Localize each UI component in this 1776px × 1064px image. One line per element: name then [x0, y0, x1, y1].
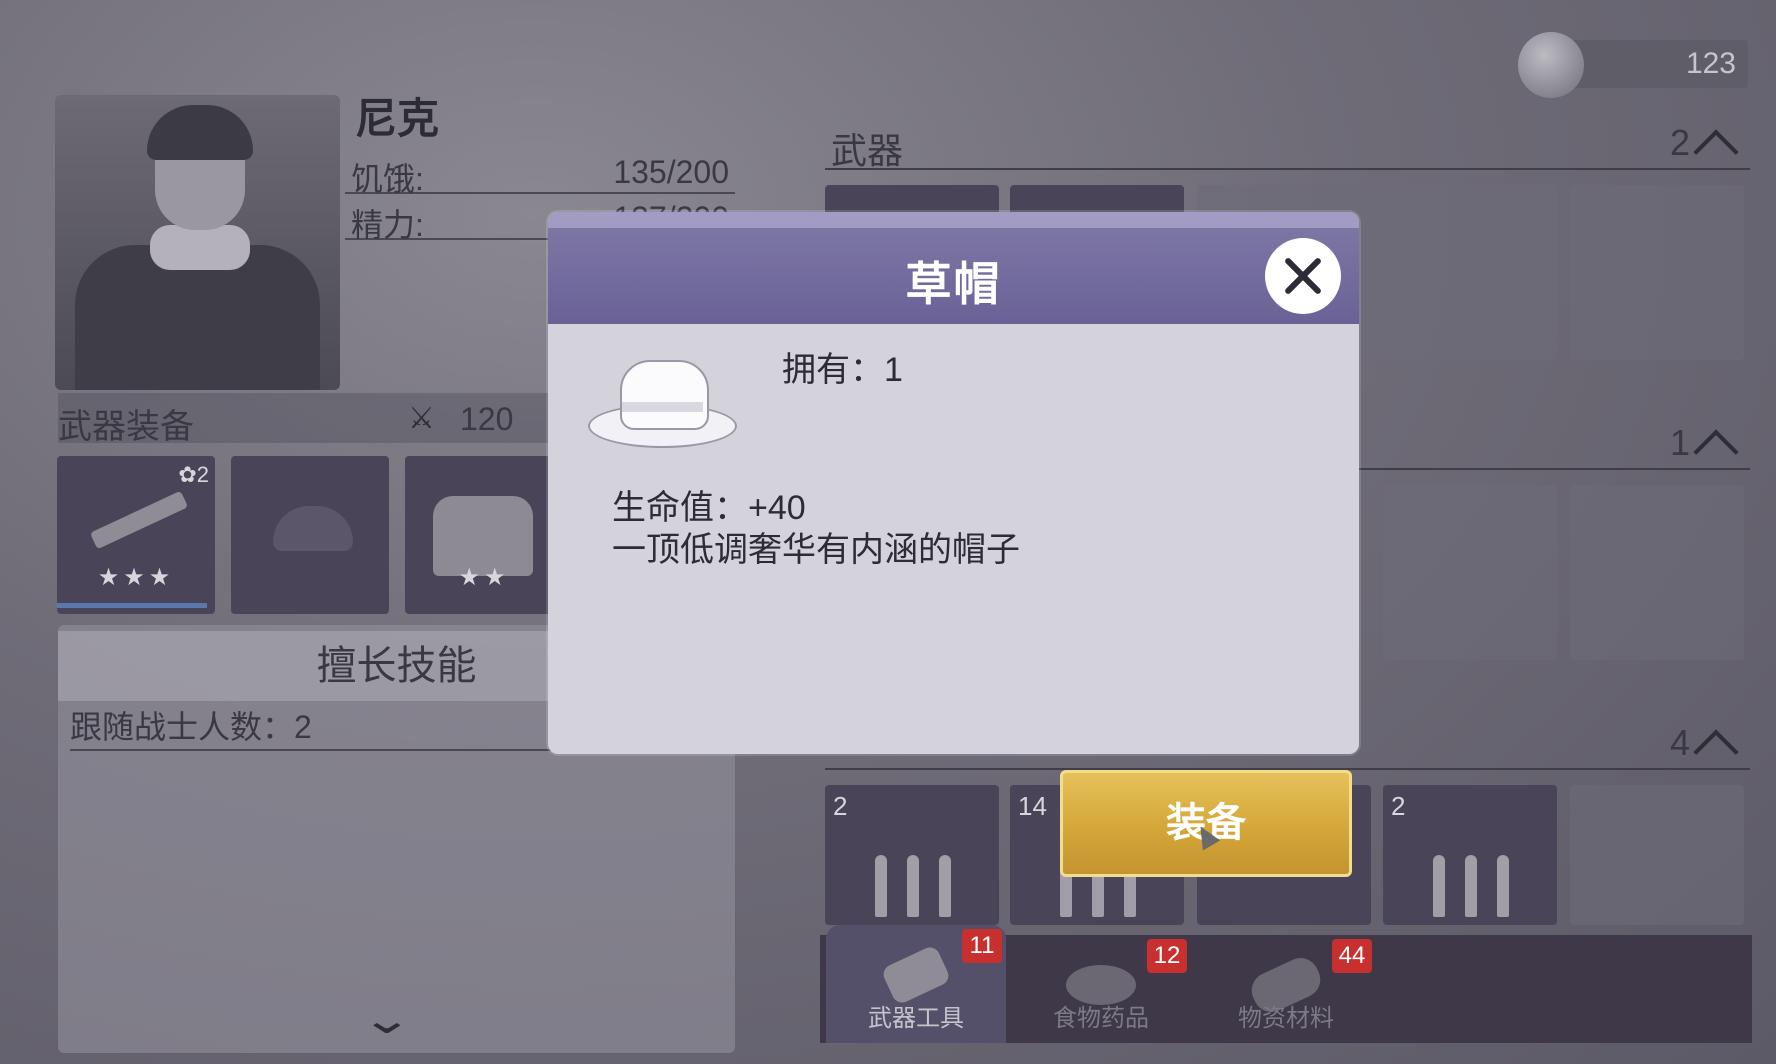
hunger-stat: 饥饿: 135/200: [345, 150, 735, 197]
tab-badge: 44: [1332, 939, 1372, 973]
item-quantity: 2: [833, 791, 848, 821]
durability-bar: [57, 603, 207, 608]
category-count: 1: [1669, 422, 1690, 463]
bullets-icon: [875, 855, 971, 922]
item-description: 一顶低调奢华有内涵的帽子: [612, 531, 1020, 569]
axe-icon: [880, 944, 952, 1006]
inventory-slot[interactable]: [1570, 185, 1744, 360]
character-name: 尼克: [355, 95, 440, 142]
equip-slot-armor[interactable]: ★★: [405, 456, 563, 614]
tab-badge: 11: [962, 929, 1002, 963]
tab-label: 物资材料: [1238, 1005, 1334, 1032]
item-quantity: 2: [1391, 791, 1406, 821]
item-quantity: 14: [1018, 791, 1047, 821]
tab-label: 武器工具: [868, 1005, 964, 1032]
inventory-slot[interactable]: [1570, 785, 1744, 925]
hunger-value: 135/200: [613, 154, 729, 190]
character-portrait: [55, 95, 340, 390]
tab-badge: 12: [1147, 939, 1187, 973]
inventory-slot[interactable]: [1383, 485, 1557, 660]
rifle-icon: [89, 490, 189, 550]
inventory-slot[interactable]: [1383, 185, 1557, 360]
category-count: 4: [1669, 722, 1690, 763]
attack-value: 120: [460, 401, 514, 437]
ammo-slot[interactable]: 2: [1383, 785, 1557, 925]
bullets-icon: [1433, 855, 1529, 922]
equip-slot-head[interactable]: [231, 456, 389, 614]
character-hair: [147, 105, 253, 160]
dialog-header: 草帽: [548, 212, 1359, 324]
owned-count: 拥有：1: [782, 351, 903, 389]
chevron-up-icon[interactable]: [1693, 429, 1739, 475]
coin-icon: [1518, 32, 1584, 98]
straw-hat-icon: [588, 352, 738, 462]
category-count: 2: [1669, 122, 1690, 163]
equip-slot-weapon[interactable]: ✿2 ★★★: [57, 456, 215, 614]
category-tabs: 11 武器工具 12 食物药品 44 物资材料: [820, 925, 1752, 1043]
category-weapons-header[interactable]: 武器 2: [825, 118, 1750, 175]
chevron-up-icon[interactable]: [1693, 129, 1739, 175]
close-button[interactable]: [1265, 238, 1341, 314]
tab-label: 食物药品: [1053, 1005, 1149, 1032]
upgrade-level: ✿2: [178, 462, 209, 487]
chevron-down-icon[interactable]: ⌄: [360, 997, 414, 1043]
chevron-up-icon[interactable]: [1693, 729, 1739, 775]
tab-materials[interactable]: 44 物资材料: [1196, 935, 1376, 1043]
item-detail-dialog: 草帽 拥有：1 生命值：+40 一顶低调奢华有内涵的帽子: [548, 212, 1359, 754]
star-rating: ★★: [458, 564, 510, 591]
dialog-title: 草帽: [905, 258, 1002, 310]
character-scarf: [150, 225, 250, 270]
energy-label: 精力:: [351, 207, 424, 243]
equipment-title: 武器装备: [58, 408, 194, 446]
star-rating: ★★★: [97, 564, 175, 591]
category-title: 武器: [831, 130, 904, 171]
hunger-label: 饥饿:: [351, 161, 424, 197]
sword-icon: ⚔: [408, 402, 435, 435]
cap-icon: [273, 506, 353, 551]
tab-food-medicine[interactable]: 12 食物药品: [1011, 935, 1191, 1043]
inventory-slot[interactable]: [1570, 485, 1744, 660]
ammo-slot[interactable]: 2: [825, 785, 999, 925]
hat-crown: [620, 360, 709, 430]
hat-band: [622, 402, 703, 412]
tab-weapons-tools[interactable]: 11 武器工具: [826, 925, 1006, 1043]
